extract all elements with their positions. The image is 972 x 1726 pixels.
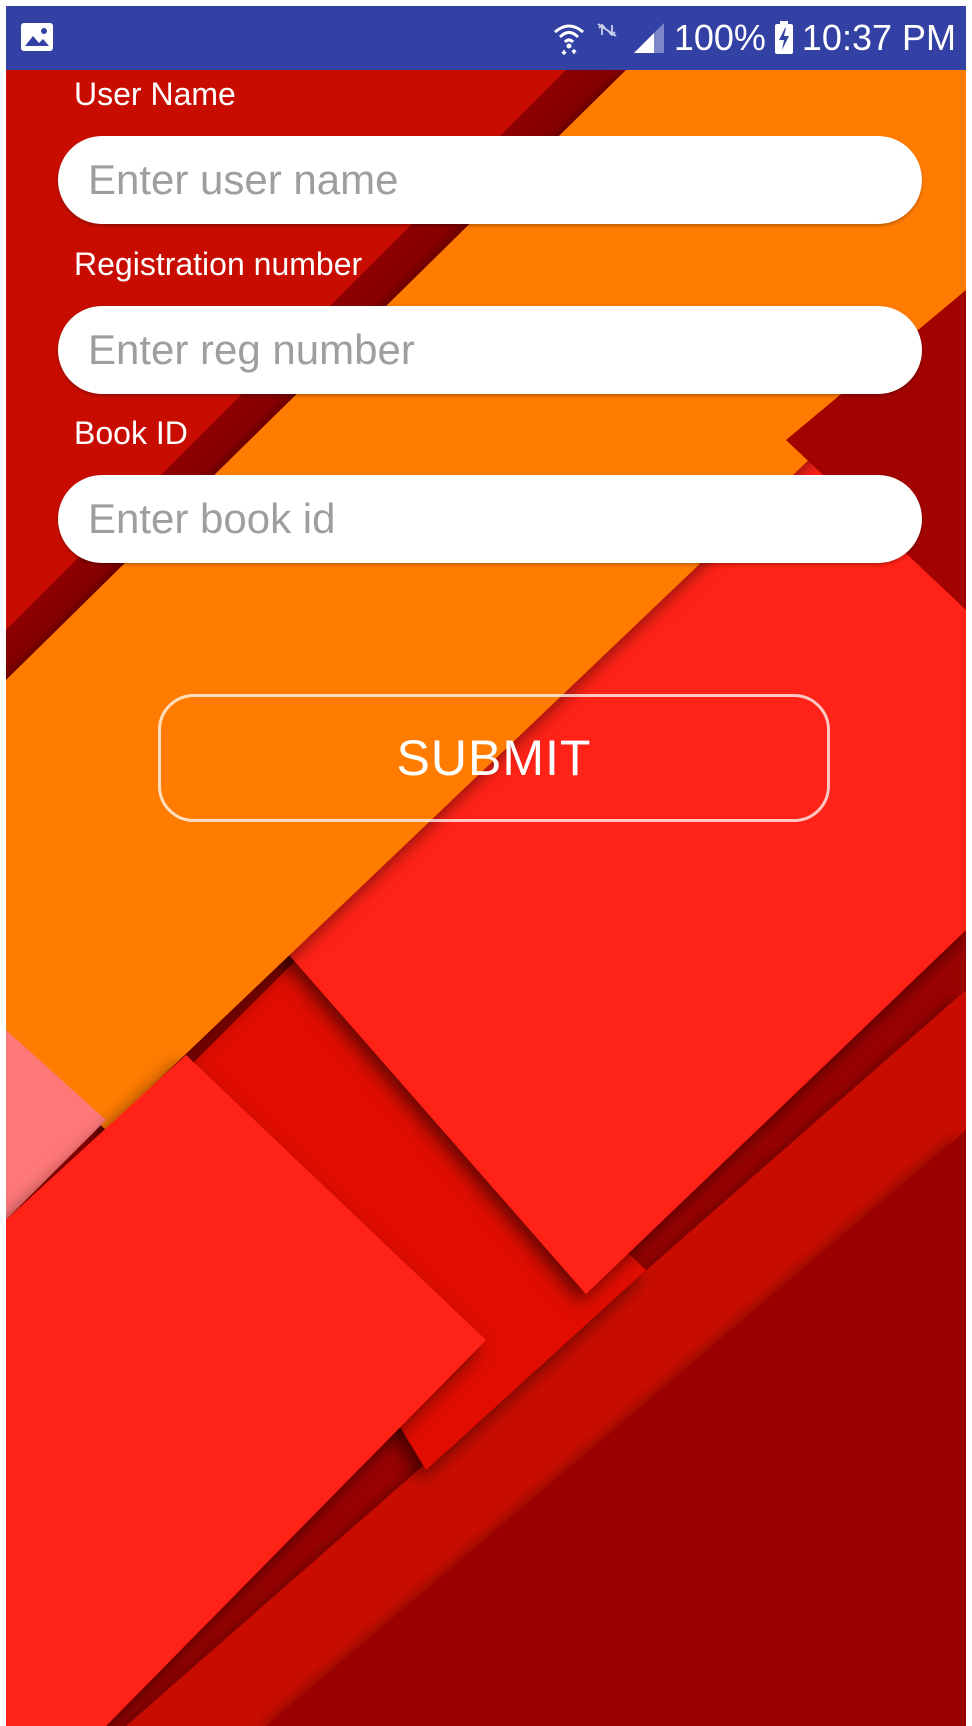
signal-icon [633,23,664,53]
clock: 10:37 PM [801,17,956,58]
book-id-input[interactable] [58,475,922,563]
username-input[interactable] [58,136,922,224]
battery-charging-icon [774,21,793,54]
submit-button[interactable]: SUBMIT [158,694,830,822]
book-id-label: Book ID [74,415,188,451]
status-right-area: 100% 10:37 PM [552,6,956,70]
status-bar: 100% 10:37 PM [6,6,966,70]
username-label: User Name [74,76,236,112]
no-data-icon [597,23,617,37]
reg-number-label: Registration number [74,246,363,282]
image-icon [21,23,53,51]
reg-number-input[interactable] [58,306,922,394]
app-screen: 100% 10:37 PM User Name Registration num… [6,6,966,1726]
battery-percentage: 100% [673,17,766,58]
wifi-icon [553,24,584,55]
